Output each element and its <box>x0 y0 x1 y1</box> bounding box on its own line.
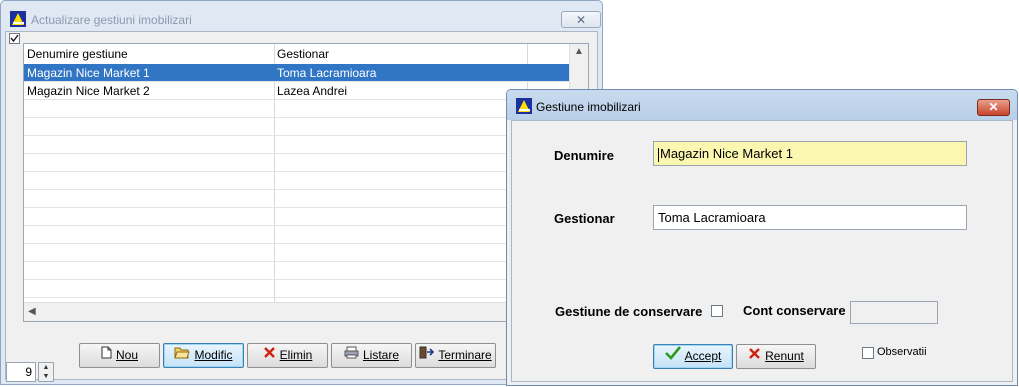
cell-denumire: Magazin Nice Market 2 <box>27 84 150 98</box>
empty-table-row[interactable] <box>24 190 570 208</box>
empty-table-row[interactable] <box>24 226 570 244</box>
cell-denumire: Magazin Nice Market 1 <box>27 66 150 80</box>
dialog-titlebar[interactable]: Gestiune imobilizari ✕ <box>507 90 1017 120</box>
gestiuni-grid[interactable]: Denumire gestiune Gestionar Magazin Nice… <box>23 43 589 322</box>
checkmark-icon <box>664 345 681 368</box>
denumire-value: Magazin Nice Market 1 <box>660 146 793 161</box>
column-header-gestionar[interactable]: Gestionar <box>277 47 329 61</box>
gestionar-value: Toma Lacramioara <box>658 210 766 225</box>
gestionar-label: Gestionar <box>554 211 615 226</box>
renunt-button[interactable]: Renunt <box>736 344 816 369</box>
terminare-label: Terminare <box>438 348 492 362</box>
scroll-left-icon[interactable]: ◀ <box>28 306 36 317</box>
cont-conservare-label: Cont conservare <box>743 303 846 318</box>
select-all-checkbox[interactable] <box>9 33 20 44</box>
spin-down-icon[interactable]: ▼ <box>39 372 53 381</box>
listare-button[interactable]: Listare <box>331 343 412 368</box>
denumire-field[interactable]: Magazin Nice Market 1 <box>653 141 967 166</box>
horizontal-scrollbar[interactable]: ◀ <box>24 302 570 321</box>
scroll-up-icon[interactable]: ▲ <box>574 46 584 57</box>
conservare-label: Gestiune de conservare <box>555 304 703 319</box>
cell-gestionar: Lazea Andrei <box>277 84 348 98</box>
printer-icon <box>344 344 359 367</box>
delete-x-icon <box>263 344 276 367</box>
empty-table-row[interactable] <box>24 262 570 280</box>
empty-table-row[interactable] <box>24 100 570 118</box>
cancel-x-icon <box>748 345 761 368</box>
observatii-checkbox[interactable] <box>862 347 874 359</box>
modific-button[interactable]: Modific <box>163 343 244 368</box>
dialog-client-area: Denumire Magazin Nice Market 1 Gestionar… <box>511 120 1013 382</box>
spin-up-icon[interactable]: ▲ <box>39 363 53 372</box>
text-cursor <box>658 147 659 162</box>
gestionar-field[interactable]: Toma Lacramioara <box>653 205 967 230</box>
empty-table-row[interactable] <box>24 118 570 136</box>
observatii-label: Observatii <box>877 346 927 358</box>
main-close-button[interactable]: ✕ <box>561 11 601 28</box>
denumire-label: Denumire <box>554 148 614 163</box>
terminare-button[interactable]: Terminare <box>415 343 496 368</box>
accept-button[interactable]: Accept <box>653 344 733 369</box>
table-row[interactable]: Magazin Nice Market 2 Lazea Andrei <box>24 82 570 100</box>
modific-label: Modific <box>194 348 233 362</box>
gestiune-dialog: Gestiune imobilizari ✕ Denumire Magazin … <box>506 89 1018 386</box>
app-logo-icon <box>10 11 26 27</box>
table-row[interactable]: Magazin Nice Market 1 Toma Lacramioara <box>24 64 570 82</box>
empty-table-row[interactable] <box>24 172 570 190</box>
renunt-label: Renunt <box>765 349 804 363</box>
cont-conservare-field[interactable] <box>850 301 938 324</box>
main-titlebar[interactable]: Actualizare gestiuni imobilizari ✕ <box>1 1 602 33</box>
nou-label: Nou <box>115 348 138 362</box>
empty-table-row[interactable] <box>24 136 570 154</box>
column-header-denumire[interactable]: Denumire gestiune <box>27 47 128 61</box>
main-window-title: Actualizare gestiuni imobilizari <box>31 13 192 27</box>
empty-table-row[interactable] <box>24 280 570 298</box>
exit-door-icon <box>419 344 435 367</box>
new-document-icon <box>101 344 112 367</box>
cell-gestionar: Toma Lacramioara <box>277 66 377 80</box>
elimin-button[interactable]: Elimin <box>247 343 328 368</box>
empty-table-row[interactable] <box>24 244 570 262</box>
grid-header: Denumire gestiune Gestionar <box>24 44 570 65</box>
dialog-close-button[interactable]: ✕ <box>977 99 1010 116</box>
spinner-arrows[interactable]: ▲ ▼ <box>38 362 54 382</box>
listare-label: Listare <box>362 348 400 362</box>
dialog-title: Gestiune imobilizari <box>536 100 641 114</box>
elimin-label: Elimin <box>279 348 313 362</box>
conservare-checkbox[interactable] <box>711 305 723 317</box>
accept-label: Accept <box>684 349 722 363</box>
page-spinner[interactable]: 9 ▲ ▼ <box>6 362 54 382</box>
spinner-value[interactable]: 9 <box>6 362 36 382</box>
empty-table-row[interactable] <box>24 208 570 226</box>
open-folder-icon <box>174 344 191 367</box>
app-logo-icon <box>516 98 532 114</box>
nou-button[interactable]: Nou <box>79 343 160 368</box>
grid-rows: Magazin Nice Market 1 Toma Lacramioara Mag… <box>24 64 570 298</box>
empty-table-row[interactable] <box>24 154 570 172</box>
